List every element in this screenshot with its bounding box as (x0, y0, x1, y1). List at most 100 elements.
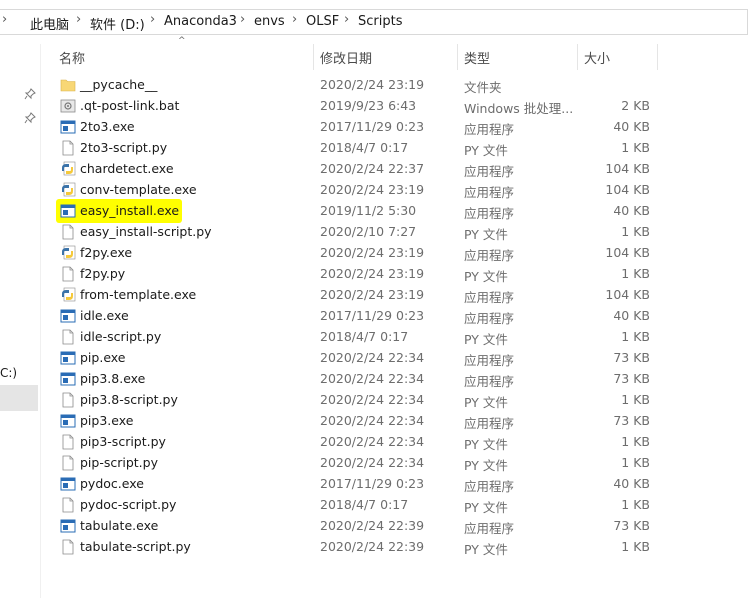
file-row[interactable]: 2to3.exe 2017/11/29 0:23 应用程序 40 KB (56, 117, 656, 138)
file-name: idle.exe (80, 308, 129, 323)
file-name: .qt-post-link.bat (80, 98, 180, 113)
file-row[interactable]: pydoc-script.py 2018/4/7 0:17 PY 文件 1 KB (56, 495, 656, 516)
sort-ascending-icon: ^ (178, 36, 186, 46)
file-size: 40 KB (613, 308, 650, 323)
file-size: 104 KB (605, 245, 650, 260)
file-name: easy_install-script.py (80, 224, 212, 239)
file-type: 应用程序 (464, 206, 515, 221)
chevron-right-icon[interactable]: › (150, 12, 155, 27)
column-header-name[interactable]: 名称 (59, 48, 85, 74)
file-date: 2020/2/24 22:34 (320, 413, 425, 428)
exe-icon (60, 308, 76, 324)
exe-icon (60, 413, 76, 429)
exe-icon (60, 371, 76, 387)
file-row[interactable]: pydoc.exe 2017/11/29 0:23 应用程序 40 KB (56, 474, 656, 495)
breadcrumb-olsf[interactable]: OLSF (306, 14, 339, 29)
file-type: 应用程序 (464, 164, 515, 179)
file-date: 2020/2/24 22:34 (320, 392, 425, 407)
file-row[interactable]: chardetect.exe 2020/2/24 22:37 应用程序 104 KB (56, 159, 656, 180)
file-type: 应用程序 (464, 353, 515, 368)
chevron-right-icon[interactable]: › (2, 12, 7, 27)
breadcrumb-anaconda3[interactable]: Anaconda3 (164, 14, 237, 29)
column-header-date[interactable]: 修改日期 (320, 48, 372, 74)
file-name: pip3-script.py (80, 434, 166, 449)
file-icon (60, 455, 76, 471)
file-row[interactable]: pip3.exe 2020/2/24 22:34 应用程序 73 KB (56, 411, 656, 432)
column-divider[interactable] (313, 44, 314, 70)
file-row[interactable]: __pycache__ 2020/2/24 23:19 文件夹 (56, 75, 656, 96)
file-name: f2py.exe (80, 245, 133, 260)
file-type: 应用程序 (464, 374, 515, 389)
file-date: 2020/2/24 23:19 (320, 182, 425, 197)
file-type: PY 文件 (464, 332, 508, 347)
file-date: 2020/2/10 7:27 (320, 224, 417, 239)
file-row[interactable]: tabulate-script.py 2020/2/24 22:39 PY 文件 1 … (56, 537, 656, 558)
file-size: 40 KB (613, 119, 650, 134)
file-icon (60, 497, 76, 513)
file-name: tabulate.exe (80, 518, 159, 533)
file-icon (60, 434, 76, 450)
file-row[interactable]: from-template.exe 2020/2/24 23:19 应用程序 104 … (56, 285, 656, 306)
file-name: pip3.8.exe (80, 371, 146, 386)
file-name: easy_install.exe (80, 203, 180, 218)
file-date: 2020/2/24 22:34 (320, 455, 425, 470)
file-type: 应用程序 (464, 248, 515, 263)
file-date: 2020/2/24 22:34 (320, 434, 425, 449)
breadcrumb-drive-d[interactable]: 软件 (D:) (90, 14, 145, 33)
file-date: 2020/2/24 22:37 (320, 161, 425, 176)
nav-item-drive-c[interactable]: C:) (0, 366, 17, 380)
file-row[interactable]: idle-script.py 2018/4/7 0:17 PY 文件 1 KB (56, 327, 656, 348)
file-row[interactable]: f2py.exe 2020/2/24 23:19 应用程序 104 KB (56, 243, 656, 264)
file-row[interactable]: tabulate.exe 2020/2/24 22:39 应用程序 73 KB (56, 516, 656, 537)
nav-item-selected[interactable] (0, 385, 38, 411)
file-row[interactable]: idle.exe 2017/11/29 0:23 应用程序 40 KB (56, 306, 656, 327)
column-divider[interactable] (577, 44, 578, 70)
chevron-right-icon[interactable]: › (76, 12, 81, 27)
file-row[interactable]: .qt-post-link.bat 2019/9/23 6:43 Windows 批… (56, 96, 656, 117)
file-row[interactable]: pip3-script.py 2020/2/24 22:34 PY 文件 1 KB (56, 432, 656, 453)
file-size: 104 KB (605, 182, 650, 197)
file-date: 2018/4/7 0:17 (320, 497, 409, 512)
file-size: 1 KB (621, 224, 650, 239)
file-row[interactable]: pip3.8.exe 2020/2/24 22:34 应用程序 73 KB (56, 369, 656, 390)
file-date: 2020/2/24 23:19 (320, 287, 425, 302)
file-row[interactable]: pip.exe 2020/2/24 22:34 应用程序 73 KB (56, 348, 656, 369)
exe-icon (60, 518, 76, 534)
pin-icon[interactable] (24, 112, 36, 124)
file-name: pydoc.exe (80, 476, 144, 491)
exe-icon (60, 476, 76, 492)
column-divider[interactable] (457, 44, 458, 70)
breadcrumb-envs[interactable]: envs (254, 14, 285, 29)
file-row[interactable]: easy_install-script.py 2020/2/10 7:27 PY 文… (56, 222, 656, 243)
file-row[interactable]: pip-script.py 2020/2/24 22:34 PY 文件 1 KB (56, 453, 656, 474)
file-type: PY 文件 (464, 500, 508, 515)
file-row[interactable]: 2to3-script.py 2018/4/7 0:17 PY 文件 1 KB (56, 138, 656, 159)
chevron-right-icon[interactable]: › (240, 12, 245, 27)
file-date: 2017/11/29 0:23 (320, 308, 425, 323)
exe-icon (60, 203, 76, 219)
batch-file-icon (60, 98, 76, 114)
file-row[interactable]: easy_install.exe 2019/11/2 5:30 应用程序 40 KB (56, 201, 656, 222)
file-icon (60, 266, 76, 282)
file-date: 2020/2/24 22:39 (320, 518, 425, 533)
chevron-right-icon[interactable]: › (344, 12, 349, 27)
file-row[interactable]: f2py.py 2020/2/24 23:19 PY 文件 1 KB (56, 264, 656, 285)
file-name: f2py.py (80, 266, 126, 281)
file-row[interactable]: conv-template.exe 2020/2/24 23:19 应用程序 104 … (56, 180, 656, 201)
breadcrumb-this-pc[interactable]: 此电脑 (30, 14, 69, 33)
file-size: 73 KB (613, 413, 650, 428)
exe-icon (60, 119, 76, 135)
chevron-right-icon[interactable]: › (292, 12, 297, 27)
column-header-size[interactable]: 大小 (584, 48, 610, 74)
file-size: 104 KB (605, 161, 650, 176)
file-date: 2020/2/24 22:39 (320, 539, 425, 554)
file-size: 1 KB (621, 266, 650, 281)
pin-icon[interactable] (24, 88, 36, 100)
file-size: 1 KB (621, 392, 650, 407)
column-header-type[interactable]: 类型 (464, 48, 490, 74)
file-row[interactable]: pip3.8-script.py 2020/2/24 22:34 PY 文件 1 KB (56, 390, 656, 411)
file-type: 应用程序 (464, 290, 515, 305)
file-name: conv-template.exe (80, 182, 197, 197)
column-divider[interactable] (657, 44, 658, 70)
breadcrumb-scripts[interactable]: Scripts (358, 14, 402, 29)
